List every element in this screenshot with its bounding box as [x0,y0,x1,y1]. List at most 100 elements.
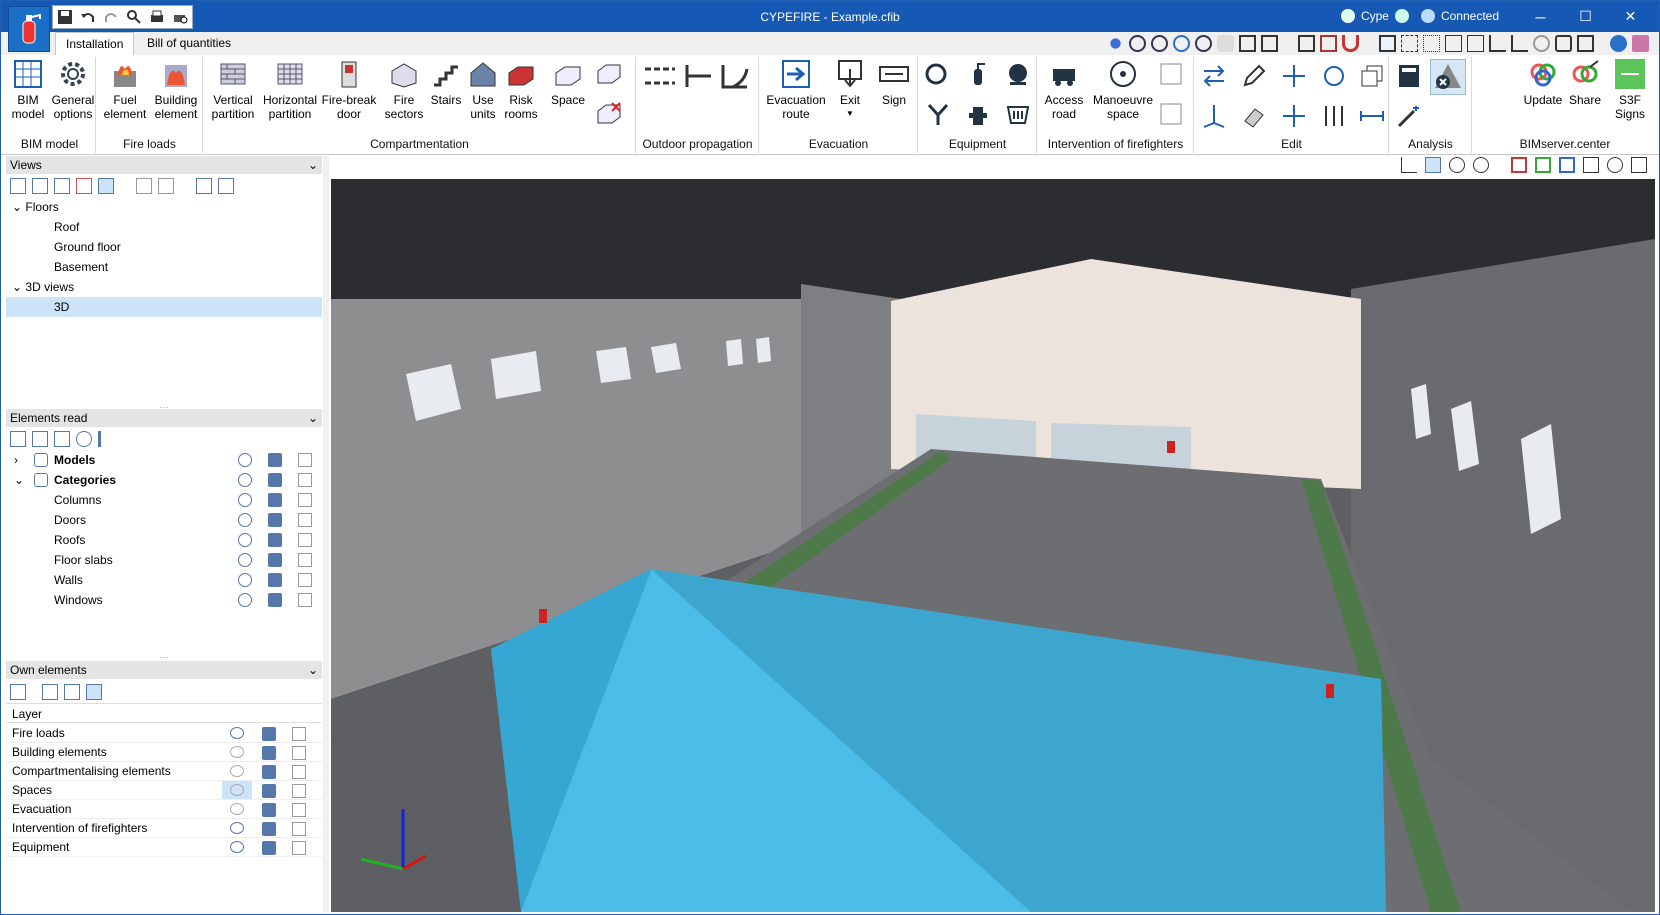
measure-icon[interactable] [1359,103,1385,129]
orbit-icon[interactable] [1473,157,1489,173]
lock-icon[interactable] [292,765,306,779]
eye-off-icon[interactable] [222,743,252,761]
elements-row[interactable]: Doors [6,510,322,530]
building-element-button[interactable]: Building element [151,59,201,121]
search-icon[interactable] [125,8,143,26]
eye-icon[interactable] [222,724,252,742]
sign-button[interactable]: Sign [872,59,916,107]
lock-icon[interactable] [298,473,312,487]
exit-button[interactable]: Exit ▼ [830,59,870,121]
eraser-icon[interactable] [1241,103,1267,129]
3d-view-icon[interactable] [1631,157,1647,173]
cube-icon[interactable] [262,784,276,798]
space-button[interactable]: Space [548,59,588,107]
sprinkler-icon[interactable] [925,101,951,127]
layer-row[interactable]: Spaces [6,781,322,800]
zoom-window-icon[interactable] [1107,35,1124,52]
elements-row[interactable]: Floor slabs [6,550,322,570]
eye-icon[interactable] [238,453,252,467]
exit-dropdown-icon[interactable]: ▼ [846,107,854,121]
zoom-in-icon[interactable] [1151,35,1168,52]
expand-chevron-icon[interactable]: ⌄ [14,470,24,490]
section-list-icon[interactable] [218,178,234,194]
eye-icon[interactable] [238,513,252,527]
eye-icon[interactable] [238,593,252,607]
eye-icon[interactable] [238,473,252,487]
extinguisher-icon[interactable] [965,61,991,87]
lock-icon[interactable] [298,513,312,527]
tree-item-3d-views[interactable]: ⌄ 3D views [6,277,322,297]
axes-icon[interactable] [1201,103,1227,129]
grid-lines-icon[interactable] [1401,35,1418,52]
own-elements-panel-header[interactable]: Own elements ⌄ [6,661,322,679]
elements-row[interactable]: Columns [6,490,322,510]
layer-row[interactable]: Building elements [6,743,322,762]
expand-layers-icon[interactable] [42,684,58,700]
snap-icon[interactable] [1423,35,1440,52]
elements-row[interactable]: Windows [6,590,322,610]
lock-icon[interactable] [298,593,312,607]
plan-view-icon[interactable] [1535,157,1551,173]
cube-icon[interactable] [268,513,282,527]
tree-item-ground-floor[interactable]: Ground floor [6,237,322,257]
filter-icon[interactable] [54,431,70,447]
eye-icon[interactable] [222,819,252,837]
magic-wand-icon[interactable] [1396,103,1422,129]
keyboard-icon[interactable] [1467,35,1484,52]
risk-rooms-button[interactable]: Risk rooms [501,59,541,121]
info-icon[interactable] [98,431,102,447]
axes-icon[interactable] [1401,157,1417,173]
cube-icon[interactable] [262,727,276,741]
use-units-button[interactable]: Use units [465,59,501,121]
layer-row[interactable]: Fire loads [6,724,322,743]
eye-icon[interactable] [238,533,252,547]
collapse-all-icon[interactable] [32,431,48,447]
new-view-icon[interactable] [10,178,26,194]
layer-row[interactable]: Equipment [6,838,322,857]
maximize-button[interactable]: ☐ [1563,1,1608,32]
collapse-icon[interactable]: ⌄ [308,663,318,677]
app-menu-button[interactable] [8,6,50,52]
rotate-icon[interactable] [1321,63,1347,89]
lock-icon[interactable] [298,453,312,467]
expand-chevron-icon[interactable]: ⌄ [12,280,22,294]
vertical-partition-button[interactable]: Vertical partition [206,59,260,121]
collapse-icon[interactable]: ⌄ [308,411,318,425]
facade-propagation-icon[interactable] [643,63,677,89]
move-icon[interactable] [1239,35,1256,52]
eye-icon[interactable] [238,553,252,567]
collapse-layers-icon[interactable] [64,684,80,700]
layer-row[interactable]: Evacuation [6,800,322,819]
cube-icon[interactable] [262,746,276,760]
cube-icon[interactable] [268,553,282,567]
layer-row[interactable]: Intervention of firefighters [6,819,322,838]
splitter-handle[interactable]: .... [6,401,322,410]
expand-all-icon[interactable] [10,431,26,447]
roof-junction-icon[interactable] [719,63,751,89]
add-layer-icon[interactable] [10,684,26,700]
lock-icon[interactable] [292,784,306,798]
lock-icon[interactable] [298,533,312,547]
globe-icon[interactable] [1610,35,1627,52]
comment-icon[interactable] [1555,35,1572,52]
manoeuvre-space-button[interactable]: Manoeuvre space [1092,59,1154,121]
magnet-icon[interactable] [1342,35,1359,52]
lock-icon[interactable] [292,727,306,741]
print-preview-icon[interactable] [171,8,189,26]
camera-icon[interactable] [136,178,152,194]
view-visibility-icon[interactable] [98,178,114,194]
cube-icon[interactable] [268,453,282,467]
refresh-icon[interactable] [1173,35,1190,52]
hydrant-icon[interactable] [965,101,991,127]
elements-row[interactable]: Roofs [6,530,322,550]
section-plane-icon[interactable] [1511,157,1527,173]
tree-item-floors[interactable]: ⌄ Floors [6,197,322,217]
eye-icon[interactable] [238,573,252,587]
elements-row[interactable]: › Models [6,450,322,470]
cube-icon[interactable] [268,593,282,607]
stairs-button[interactable]: Stairs [427,59,465,107]
layers-icon[interactable] [1583,157,1599,173]
angle-icon[interactable] [1511,35,1528,52]
eye-off-icon[interactable] [222,762,252,780]
tree-item-basement[interactable]: Basement [6,257,322,277]
